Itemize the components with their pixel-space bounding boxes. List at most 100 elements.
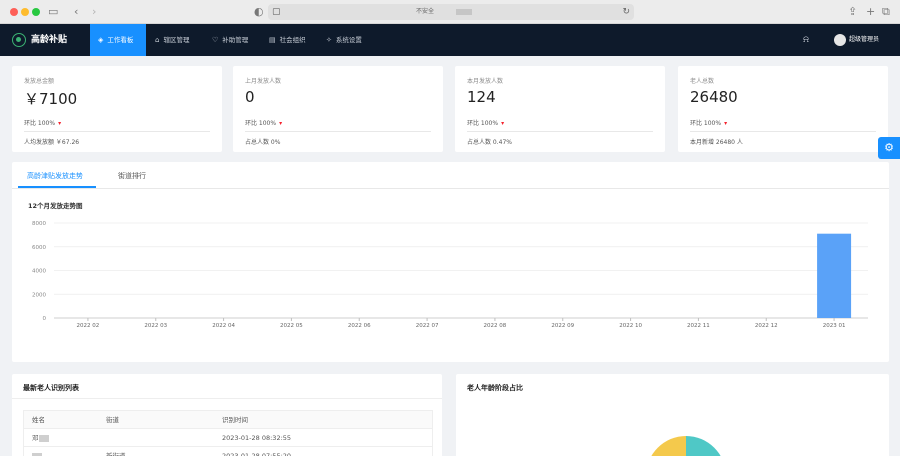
trend-down-icon: ▾	[501, 120, 505, 127]
divider	[24, 131, 210, 132]
stat-footer: 占总人数 0%	[245, 139, 281, 146]
lock-icon: ▢	[272, 7, 281, 17]
column-header: 识别时间	[222, 416, 248, 424]
x-tick-label: 2022 09	[551, 323, 574, 329]
x-tick-label: 2022 08	[484, 323, 507, 329]
dashboard-icon: ◈	[98, 36, 104, 44]
trend-text: 环比 100%	[467, 120, 499, 127]
table-row[interactable]: 新街道 2023-01-28 07:55:20	[24, 447, 432, 456]
nav-item-subsidy[interactable]: ♡ 补助管理	[204, 24, 256, 56]
divider	[690, 131, 876, 132]
divider	[12, 398, 442, 399]
divider	[245, 131, 431, 132]
cell-name	[32, 447, 42, 456]
close-window-button[interactable]	[10, 8, 18, 16]
share-icon[interactable]: ⇪	[848, 4, 857, 20]
trend-down-icon: ▾	[279, 120, 283, 127]
stat-footer: 占总人数 0.47%	[467, 139, 512, 146]
x-tick-label: 2022 10	[619, 323, 642, 329]
stat-title: 发放总金额	[24, 78, 55, 85]
trend-text: 环比 100%	[245, 120, 277, 127]
trend-text: 环比 100%	[24, 120, 56, 127]
trend-down-icon: ▾	[724, 120, 728, 127]
cell-name: 邓	[32, 429, 49, 447]
cell-street: 新街道	[106, 452, 126, 456]
address-security-label: 不安全	[416, 8, 435, 15]
y-tick-label: 4000	[32, 269, 46, 275]
nav-label: 辖区管理	[163, 36, 190, 44]
trend-chart-panel: 高龄津贴发放走势 街道排行 12个月发放走势图 0 2000 4000 6000 800…	[12, 162, 889, 362]
privacy-shield-icon[interactable]: ◐	[254, 4, 264, 20]
forward-icon[interactable]: ›	[92, 4, 96, 20]
stat-title: 老人总数	[690, 78, 715, 85]
divider	[467, 131, 653, 132]
stat-trend: 环比 100% ▾	[690, 118, 727, 127]
logo-icon	[12, 33, 26, 47]
address-url-redacted	[456, 9, 472, 15]
cell-time: 2023-01-28 07:55:20	[222, 452, 292, 456]
new-tab-icon[interactable]: +	[866, 4, 875, 20]
age-pie-chart	[651, 436, 721, 456]
sidebar-icon[interactable]: ▭	[48, 4, 58, 20]
trend-text: 环比 100%	[690, 120, 722, 127]
address-bar[interactable]: ▢ 不安全 ↻	[268, 4, 634, 20]
stat-title: 上月发放人数	[245, 78, 282, 85]
table-row[interactable]: 邓 2023-01-28 08:32:55	[24, 429, 432, 447]
x-tick-label: 2022 11	[687, 323, 710, 329]
nav-label: 社会组织	[279, 36, 306, 44]
shield-icon: ♡	[212, 36, 219, 44]
panel-title: 最新老人识别列表	[23, 384, 79, 392]
redacted-block	[38, 434, 49, 442]
bar-2023-01[interactable]	[817, 233, 852, 318]
pie-slice	[651, 436, 686, 456]
browser-toolbar: ▭ ‹ › ◐ ▢ 不安全 ↻ ⇪ + ⧉	[0, 0, 900, 24]
stat-card-elderly-total: 老人总数 26480 环比 100% ▾ 本月新增 26480 人	[678, 66, 888, 152]
x-tick-label: 2022 05	[280, 323, 303, 329]
trend-down-icon: ▾	[58, 120, 62, 127]
redacted-block	[32, 452, 42, 456]
app-navbar: 高龄补贴 ◈ 工作看板 ⌂ 辖区管理 ♡ 补助管理 ▤ 社会组织 ✧ 系统设置 ⍾ 超级管…	[0, 24, 900, 56]
app-title: 高龄补贴	[31, 35, 68, 45]
y-tick-label: 6000	[32, 245, 46, 251]
stat-value: 0	[245, 88, 255, 106]
stat-value: 26480	[690, 88, 738, 106]
stat-trend: 环比 100% ▾	[245, 118, 282, 127]
stat-trend: 环比 100% ▾	[467, 118, 504, 127]
stat-title: 本月发放人数	[467, 78, 504, 85]
settings-icon: ✧	[326, 36, 332, 44]
minimize-window-button[interactable]	[21, 8, 29, 16]
back-icon[interactable]: ‹	[74, 4, 78, 20]
gear-icon: ⚙	[884, 141, 894, 154]
nav-item-dashboard[interactable]: ◈ 工作看板	[90, 24, 146, 56]
stat-card-total-amount: 发放总金额 ￥7100 环比 100% ▾ 人均发放额 ￥67.26	[12, 66, 222, 152]
zoom-window-button[interactable]	[32, 8, 40, 16]
nav-label: 系统设置	[335, 36, 362, 44]
settings-gear-button[interactable]: ⚙	[878, 137, 900, 159]
bell-icon[interactable]: ⍾	[803, 24, 809, 56]
nav-item-organization[interactable]: ▤ 社会组织	[261, 24, 314, 56]
column-header: 姓名	[32, 416, 45, 424]
x-tick-label: 2022 03	[144, 323, 167, 329]
x-tick-label: 2022 02	[77, 323, 100, 329]
home-icon: ⌂	[155, 36, 160, 44]
tabs-icon[interactable]: ⧉	[882, 4, 890, 20]
stat-footer: 本月新增 26480 人	[690, 139, 743, 146]
bar-chart: 0 2000 4000 6000 8000 2022 02 2022 03 2022 04 20…	[32, 221, 868, 329]
nav-item-district[interactable]: ⌂ 辖区管理	[147, 24, 197, 56]
pie-slice	[686, 436, 721, 456]
building-icon: ▤	[269, 36, 276, 44]
x-tick-label: 2022 04	[212, 323, 235, 329]
stat-trend: 环比 100% ▾	[24, 118, 61, 127]
y-tick-label: 2000	[32, 292, 46, 298]
x-tick-label: 2022 07	[416, 323, 439, 329]
column-header: 街道	[106, 416, 119, 424]
nav-item-settings[interactable]: ✧ 系统设置	[318, 24, 370, 56]
avatar[interactable]	[834, 34, 846, 46]
age-distribution-panel: 老人年龄阶段占比	[456, 374, 889, 456]
x-tick-label: 2023 01	[823, 323, 846, 329]
user-name[interactable]: 超级管理员	[849, 24, 879, 56]
table-header-row: 姓名 街道 识别时间	[24, 411, 432, 429]
nav-label: 工作看板	[107, 36, 134, 44]
reload-icon[interactable]: ↻	[622, 4, 630, 20]
stat-card-last-month: 上月发放人数 0 环比 100% ▾ 占总人数 0%	[233, 66, 443, 152]
